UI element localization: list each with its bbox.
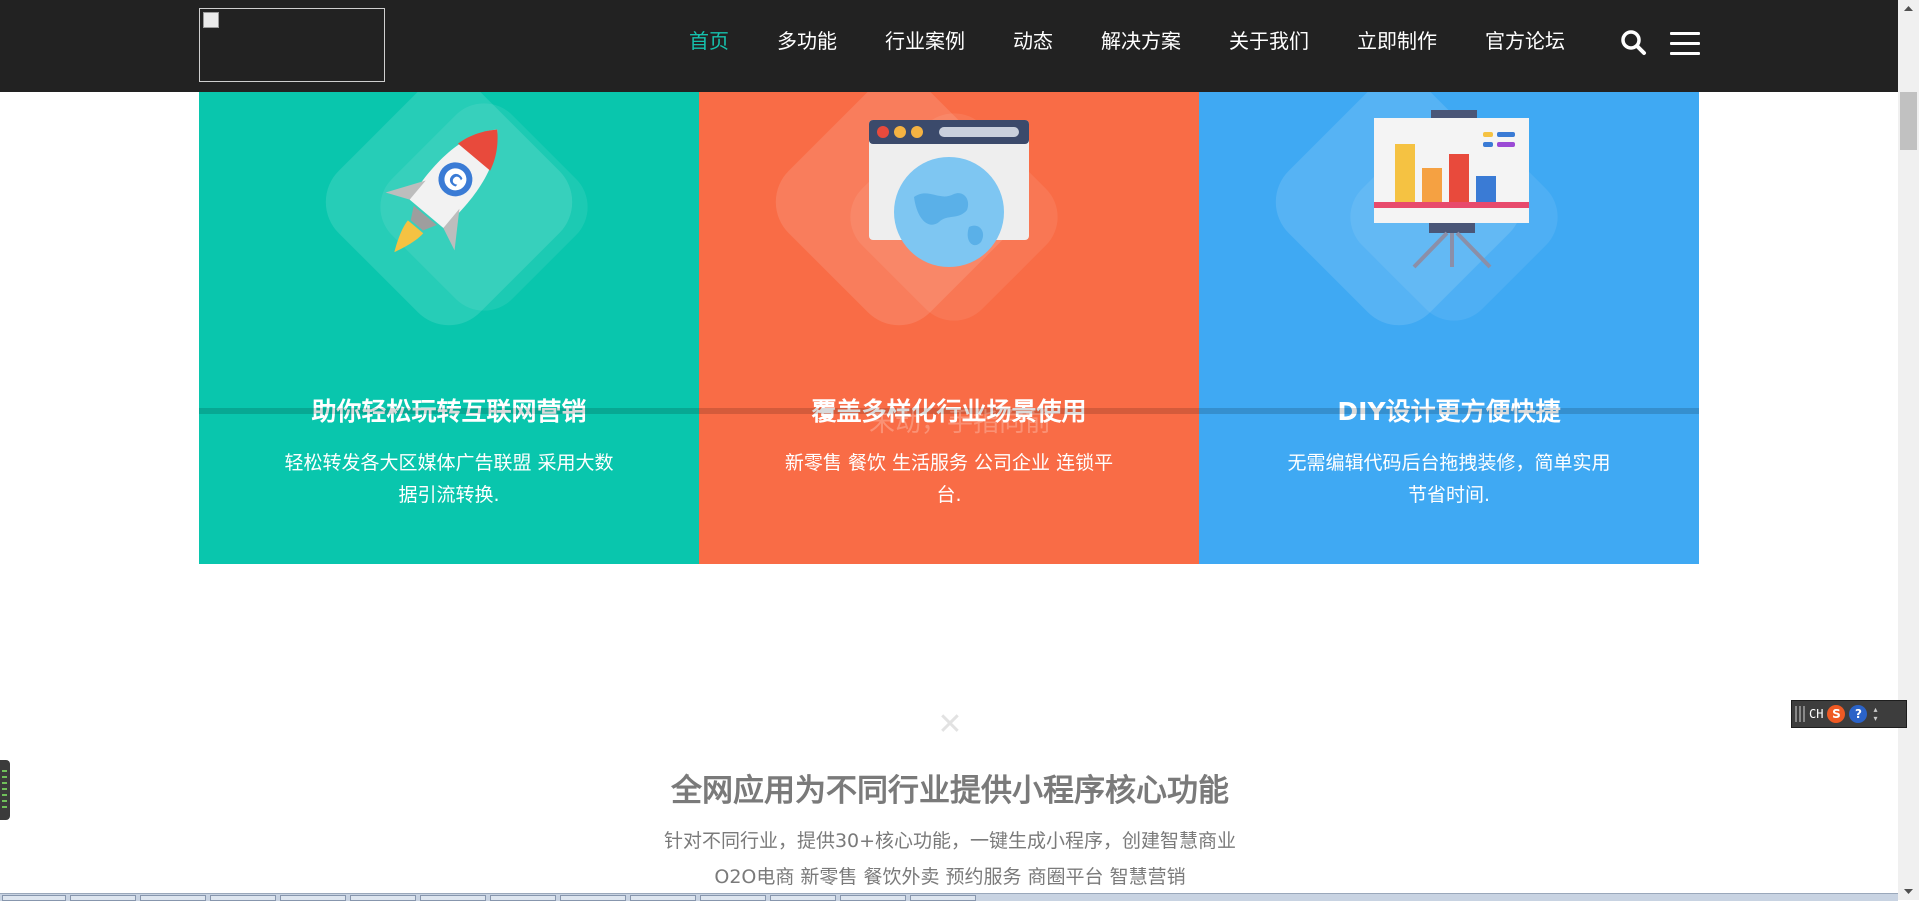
feature-description: 无需编辑代码后台拖拽装修，简单实用节省时间. (1287, 452, 1611, 506)
feature-card-industries: 覆盖多样化行业场景使用 新零售 餐饮 生活服务 公司企业 连锁平台. (699, 92, 1199, 564)
side-panel-handle[interactable] (0, 760, 10, 820)
taskbar-button[interactable] (2, 895, 66, 901)
taskbar-button[interactable] (490, 895, 556, 901)
ime-language-indicator[interactable]: CH (1809, 707, 1823, 721)
taskbar-button[interactable] (420, 895, 486, 901)
hamburger-menu-icon[interactable] (1670, 32, 1700, 56)
nav-item-about[interactable]: 关于我们 (1205, 26, 1333, 56)
taskbar-button[interactable] (840, 895, 906, 901)
nav-item-create[interactable]: 立即制作 (1333, 26, 1461, 56)
taskbar-button[interactable] (560, 895, 626, 901)
overlay-watermark-text: 未动，手指向前 (868, 408, 1051, 438)
nav-item-cases[interactable]: 行业案例 (861, 26, 989, 56)
drag-handle-icon[interactable] (1795, 706, 1805, 722)
section-keywords: O2O电商 新零售 餐饮外卖 预约服务 商圈平台 智慧营销 (714, 866, 1186, 888)
taskbar-button[interactable] (910, 895, 976, 901)
broken-image-icon (203, 12, 219, 28)
presentation-chart-icon (1374, 110, 1529, 269)
scroll-up-arrow-icon[interactable] (1898, 0, 1919, 17)
help-icon[interactable]: ? (1849, 705, 1868, 723)
taskbar-button[interactable] (630, 895, 696, 901)
nav-item-features[interactable]: 多功能 (753, 26, 861, 56)
taskbar-button[interactable] (770, 895, 836, 901)
scrollbar-thumb[interactable] (1900, 92, 1917, 150)
taskbar-button[interactable] (700, 895, 766, 901)
taskbar-button[interactable] (140, 895, 206, 901)
ime-toolbar[interactable]: CH S ? ▴ ▾ (1791, 700, 1907, 728)
close-icon[interactable]: ✕ (935, 710, 965, 740)
taskbar-button[interactable] (210, 895, 276, 901)
nav-item-home[interactable]: 首页 (665, 26, 753, 56)
scroll-down-arrow-icon[interactable] (1898, 883, 1919, 900)
rocket-icon: C (385, 129, 498, 253)
feature-card-diy: DIY设计更方便快捷 无需编辑代码后台拖拽装修，简单实用节省时间. (1199, 92, 1699, 564)
nav-item-news[interactable]: 动态 (989, 26, 1077, 56)
taskbar-button[interactable] (350, 895, 416, 901)
section-title: 全网应用为不同行业提供小程序核心功能 (671, 773, 1229, 809)
taskbar-button[interactable] (280, 895, 346, 901)
nav-item-solutions[interactable]: 解决方案 (1077, 26, 1205, 56)
browser-globe-icon (869, 120, 1029, 267)
taskbar-button[interactable] (70, 895, 136, 901)
feature-description: 轻松转发各大区媒体广告联盟 采用大数据引流转换. (284, 452, 614, 506)
search-icon[interactable] (1619, 28, 1649, 58)
ime-menu-arrows-icon[interactable]: ▴ ▾ (1871, 705, 1879, 723)
feature-card-marketing: C 助你轻松玩转互联网营销 轻松转发各大区媒体广告联盟 采用大数据引流转换. (199, 92, 699, 564)
section-subtitle: 针对不同行业，提供30+核心功能，一键生成小程序，创建智慧商业 (663, 830, 1237, 852)
site-logo-image[interactable] (199, 8, 385, 82)
sogou-logo-icon[interactable]: S (1827, 705, 1846, 723)
nav-item-forum[interactable]: 官方论坛 (1461, 26, 1589, 56)
feature-description: 新零售 餐饮 生活服务 公司企业 连锁平台. (784, 452, 1114, 506)
main-nav: 首页 多功能 行业案例 动态 解决方案 关于我们 立即制作 官方论坛 (665, 26, 1589, 56)
